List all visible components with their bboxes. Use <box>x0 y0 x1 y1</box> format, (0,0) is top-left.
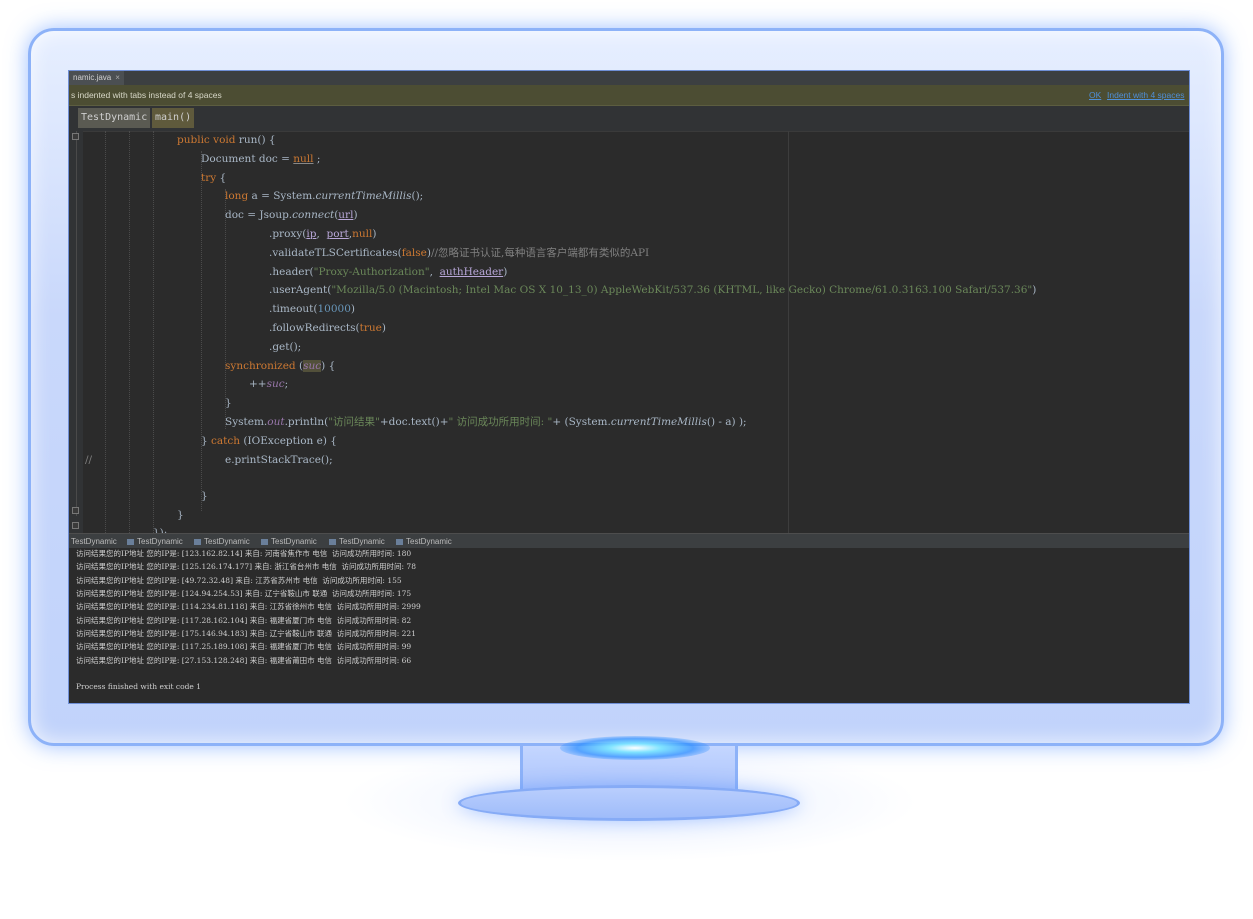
file-tab[interactable]: namic.java × <box>69 71 124 85</box>
code-editor[interactable]: public void run() { Document doc = null … <box>69 131 1189 539</box>
run-config-icon <box>127 538 134 545</box>
run-config-icon <box>329 538 336 545</box>
code-line: System.out.println("访问结果"+doc.text()+" 访… <box>225 416 747 428</box>
run-config-icon <box>194 538 201 545</box>
indent-guide <box>225 189 226 429</box>
console-line: 访问结果您的IP地址 您的IP是: [117.28.162.104] 来自: 福… <box>76 616 412 625</box>
indent-guide <box>153 131 154 533</box>
notice-ok-link[interactable]: OK <box>1089 85 1101 105</box>
code-line: .header("Proxy-Authorization", authHeade… <box>269 266 508 278</box>
code-line: doc = Jsoup.connect(url) <box>225 209 358 221</box>
code-line: Document doc = null ; <box>201 153 321 165</box>
run-config-icon <box>261 538 268 545</box>
code-line: public void run() { <box>177 134 276 146</box>
indent-notice-bar: s indented with tabs instead of 4 spaces… <box>69 85 1189 106</box>
run-tab-bar: TestDynamic TestDynamic TestDynamic Test… <box>69 533 1189 549</box>
indent-guide <box>201 151 202 511</box>
console-line: 访问结果您的IP地址 您的IP是: [124.94.254.53] 来自: 辽宁… <box>76 589 412 598</box>
code-line: // <box>85 454 93 466</box>
console-line: 访问结果您的IP地址 您的IP是: [123.162.82.14] 来自: 河南… <box>76 549 412 558</box>
code-line: .get(); <box>269 341 302 353</box>
code-line: } <box>225 397 232 409</box>
code-line: } <box>201 490 208 502</box>
console-line: 访问结果您的IP地址 您的IP是: [117.25.189.108] 来自: 福… <box>76 642 412 651</box>
code-line: .validateTLSCertificates(false)//忽略证书认证,… <box>269 247 650 259</box>
code-line: .followRedirects(true) <box>269 322 386 334</box>
indent-spaces-link[interactable]: Indent with 4 spaces <box>1107 85 1185 105</box>
breadcrumb-method[interactable]: main() <box>152 108 195 128</box>
console-line: 访问结果您的IP地址 您的IP是: [175.146.94.183] 来自: 辽… <box>76 629 416 638</box>
code-line: .proxy(ip, port,null) <box>269 228 377 240</box>
code-line: .timeout(10000) <box>269 303 356 315</box>
breadcrumb-class[interactable]: TestDynamic <box>78 108 151 128</box>
run-tab[interactable]: TestDynamic <box>127 534 183 549</box>
power-light-glow <box>560 736 710 760</box>
run-console[interactable]: 访问结果您的IP地址 您的IP是: [123.162.82.14] 来自: 河南… <box>69 548 1189 703</box>
file-tab-label: namic.java <box>73 73 112 82</box>
console-line: 访问结果您的IP地址 您的IP是: [27.153.128.248] 来自: 福… <box>76 656 412 665</box>
console-line: 访问结果您的IP地址 您的IP是: [114.234.81.118] 来自: 江… <box>76 602 421 611</box>
code-line: } <box>177 509 184 521</box>
code-line: e.printStackTrace(); <box>225 454 333 466</box>
code-line: } catch (IOException e) { <box>201 435 337 447</box>
run-tab[interactable]: TestDynamic <box>71 534 117 549</box>
console-exit-line: Process finished with exit code 1 <box>76 682 202 691</box>
run-tab[interactable]: TestDynamic <box>261 534 317 549</box>
code-line: try { <box>201 172 227 184</box>
indent-guide <box>105 131 106 533</box>
notice-text: s indented with tabs instead of 4 spaces <box>71 90 222 100</box>
editor-tab-bar: namic.java × <box>69 71 1189 85</box>
run-tab[interactable]: TestDynamic <box>194 534 250 549</box>
code-line: ++suc; <box>249 378 289 390</box>
code-line: long a = System.currentTimeMillis(); <box>225 190 424 202</box>
run-config-icon <box>396 538 403 545</box>
code-line: synchronized (suc) { <box>225 360 336 372</box>
breadcrumb: TestDynamic main() <box>69 106 1189 132</box>
run-tab[interactable]: TestDynamic <box>329 534 385 549</box>
code-line: .userAgent("Mozilla/5.0 (Macintosh; Inte… <box>269 284 1037 296</box>
ide-screen: namic.java × s indented with tabs instead… <box>68 70 1190 704</box>
console-line: 访问结果您的IP地址 您的IP是: [49.72.32.48] 来自: 江苏省苏… <box>76 576 402 585</box>
indent-guide <box>129 131 130 533</box>
close-icon[interactable]: × <box>115 73 120 82</box>
monitor-stand-base <box>458 785 800 821</box>
console-line: 访问结果您的IP地址 您的IP是: [125.126.174.177] 来自: … <box>76 562 416 571</box>
run-tab[interactable]: TestDynamic <box>396 534 452 549</box>
